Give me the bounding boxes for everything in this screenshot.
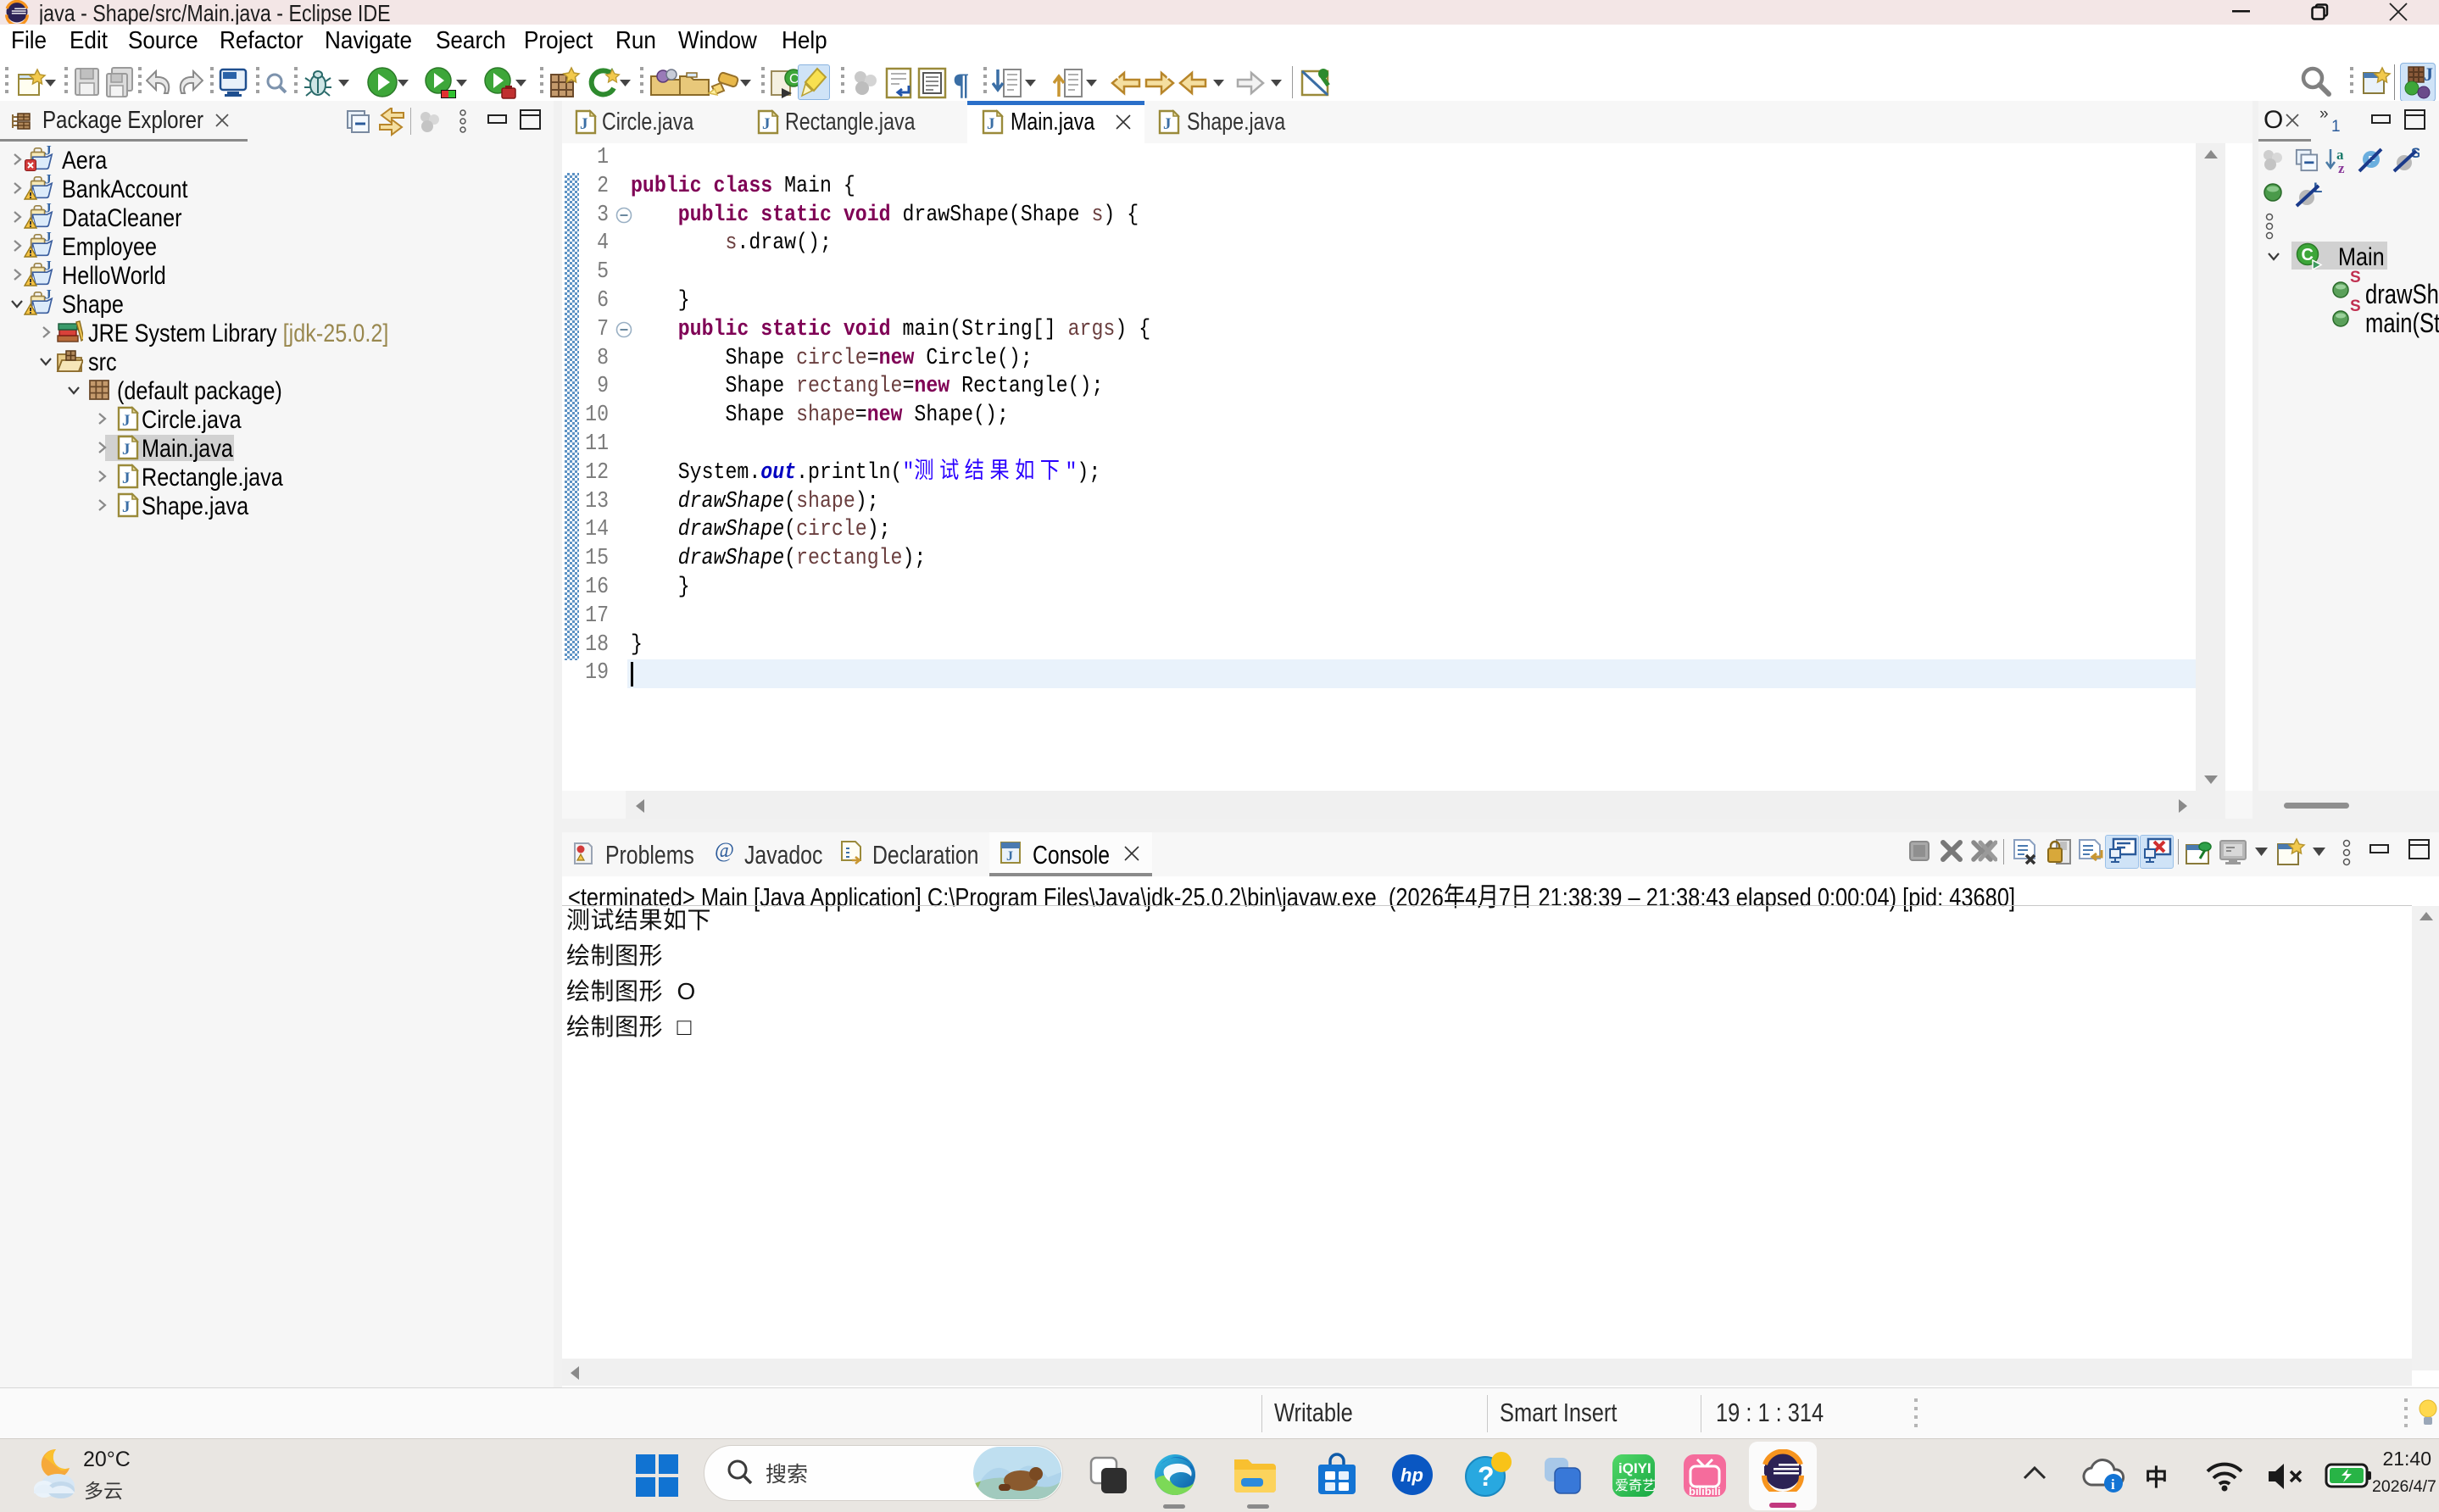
- svg-text:z: z: [2338, 160, 2345, 175]
- svg-text:J: J: [2424, 65, 2433, 85]
- svg-text:C: C: [2302, 246, 2314, 264]
- svg-text:爱奇艺: 爱奇艺: [1615, 1474, 1656, 1494]
- svg-text:i: i: [2111, 1476, 2115, 1493]
- svg-text:?: ?: [1478, 1461, 1495, 1492]
- svg-text:bilibili: bilibili: [1689, 1485, 1721, 1498]
- svg-text:hp: hp: [1400, 1465, 1423, 1486]
- svg-text:J: J: [1006, 849, 1013, 864]
